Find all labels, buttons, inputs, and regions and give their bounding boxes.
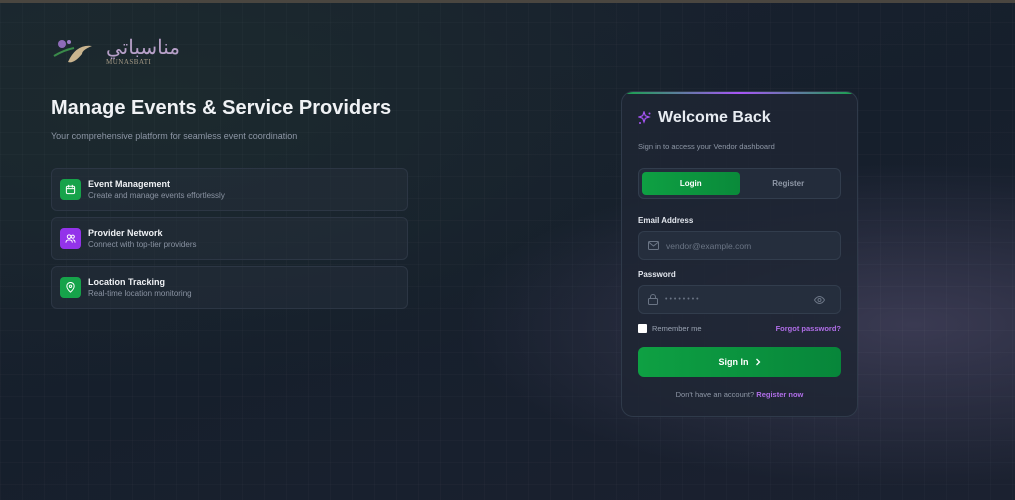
feature-title: Provider Network <box>88 228 163 238</box>
map-pin-icon <box>60 277 81 298</box>
hero-title: Manage Events & Service Providers <box>51 97 392 119</box>
chevron-right-icon <box>755 358 760 366</box>
sparkles-icon <box>638 111 651 124</box>
lock-icon <box>648 294 658 305</box>
feature-location-tracking: Location Tracking Real-time location moni… <box>51 266 408 309</box>
users-icon <box>60 228 81 249</box>
forgot-password-link[interactable]: Forgot password? <box>776 324 841 333</box>
logo-flower-icon <box>53 40 92 63</box>
sign-in-button[interactable]: Sign In <box>638 347 841 377</box>
login-card: Welcome Back Sign in to access your Vend… <box>621 91 858 417</box>
feature-provider-network: Provider Network Connect with top-tier pr… <box>51 217 408 260</box>
no-account-text: Don't have an account? <box>675 390 755 399</box>
email-placeholder: vendor@example.com <box>666 240 752 251</box>
feature-desc: Real-time location monitoring <box>88 289 192 298</box>
password-value: •••••••• <box>665 296 701 303</box>
feature-desc: Connect with top-tier providers <box>88 240 197 249</box>
top-bar <box>0 0 1015 3</box>
calendar-icon <box>60 179 81 200</box>
logo: مناسباتي MUNASBATI <box>52 36 180 68</box>
eye-icon[interactable] <box>814 295 825 304</box>
remember-label: Remember me <box>652 324 702 333</box>
email-label: Email Address <box>638 216 694 225</box>
card-title: Welcome Back <box>658 109 771 126</box>
hero-subtitle: Your comprehensive platform for seamless… <box>51 131 298 141</box>
logo-latin: MUNASBATI <box>106 58 152 66</box>
logo-arabic: مناسباتي <box>106 37 180 59</box>
feature-title: Location Tracking <box>88 277 166 287</box>
email-field[interactable]: vendor@example.com <box>638 231 841 260</box>
sign-in-label: Sign In <box>718 357 749 367</box>
tab-register[interactable]: Register <box>740 172 838 195</box>
password-field[interactable]: •••••••• <box>638 285 841 314</box>
remember-checkbox[interactable] <box>638 324 647 333</box>
feature-title: Event Management <box>88 179 171 189</box>
mail-icon <box>648 241 659 250</box>
card-subtitle: Sign in to access your Vendor dashboard <box>638 142 775 151</box>
feature-desc: Create and manage events effortlessly <box>88 191 225 200</box>
auth-tabs: Login Register <box>638 168 841 199</box>
register-now-link[interactable]: Register now <box>756 390 803 399</box>
password-label: Password <box>638 270 676 279</box>
tab-login[interactable]: Login <box>642 172 740 195</box>
feature-event-management: Event Management Create and manage events… <box>51 168 408 211</box>
